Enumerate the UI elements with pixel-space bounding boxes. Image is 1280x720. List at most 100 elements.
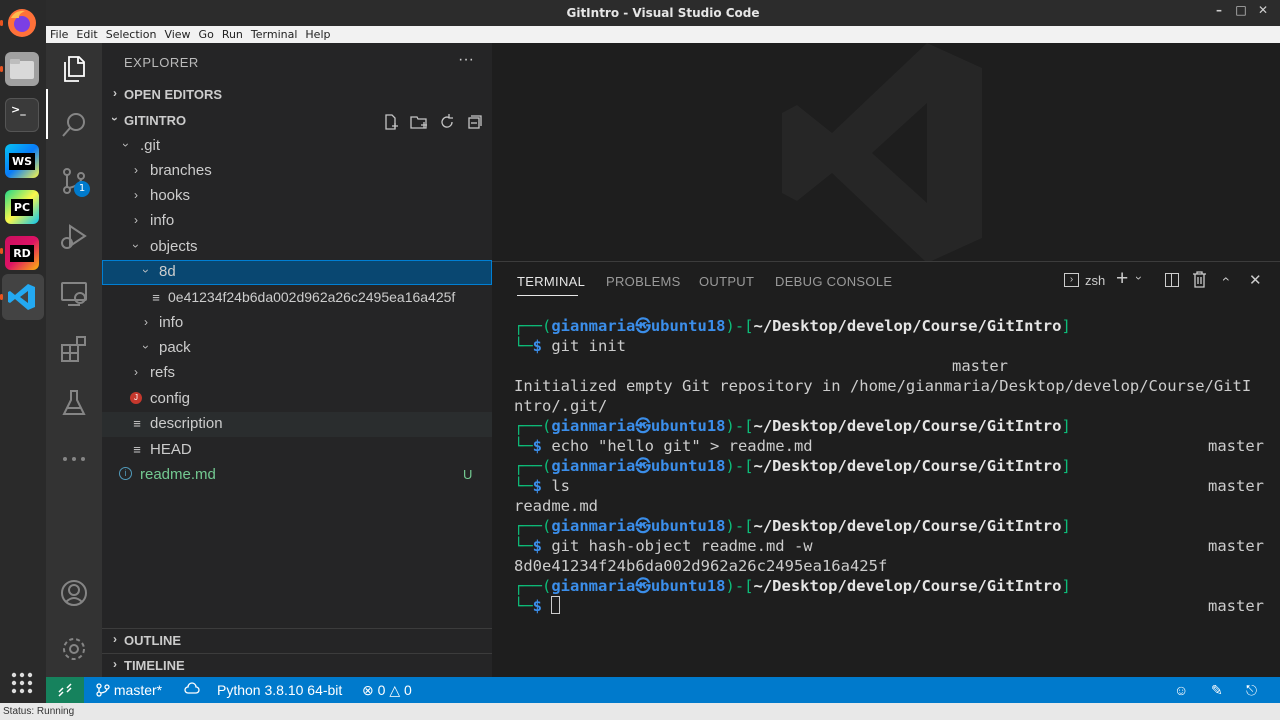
- branch-indicator: master: [1208, 477, 1264, 495]
- refresh-icon[interactable]: [438, 113, 456, 131]
- tree-row[interactable]: › hooks: [102, 184, 492, 209]
- sidebar-title: EXPLORER: [124, 55, 199, 70]
- tab-debug-console[interactable]: DEBUG CONSOLE: [775, 274, 892, 289]
- info-file-icon: i: [119, 467, 132, 480]
- dock-running-indicator: [0, 20, 3, 26]
- feedback-icon[interactable]: ✎: [1211, 682, 1223, 699]
- tree-row[interactable]: › info: [102, 209, 492, 234]
- tree-item-label: 8d: [159, 263, 176, 280]
- menu-help[interactable]: Help: [305, 28, 330, 41]
- more-actions-icon[interactable]: ···: [458, 51, 474, 69]
- section-outline[interactable]: › OUTLINE: [102, 628, 492, 652]
- notifications-bell-icon[interactable]: ⎋: [1246, 682, 1257, 699]
- chevron-right-icon: ›: [134, 213, 138, 227]
- pycharm-icon[interactable]: PC: [5, 190, 39, 224]
- tree-row[interactable]: › objects: [102, 235, 492, 260]
- manage-gear-icon[interactable]: [58, 633, 90, 665]
- remote-explorer-icon[interactable]: [58, 277, 90, 309]
- tree-row[interactable]: i readme.md U: [102, 463, 492, 488]
- rider-icon[interactable]: RD: [5, 236, 39, 270]
- vscode-icon[interactable]: [5, 280, 39, 314]
- prompt-cwd: ~/Desktop/develop/Course/GitIntro: [753, 517, 1062, 535]
- tree-row[interactable]: › .git: [102, 134, 492, 159]
- tree-row[interactable]: › info: [102, 311, 492, 336]
- tree-item-label: branches: [150, 162, 212, 179]
- split-terminal-icon[interactable]: [1165, 273, 1179, 287]
- explorer-toolbar: [382, 113, 484, 131]
- kill-terminal-icon[interactable]: [1192, 271, 1207, 293]
- vscode-watermark-icon: [782, 43, 982, 261]
- tree-row[interactable]: › refs: [102, 361, 492, 386]
- tab-problems[interactable]: PROBLEMS: [606, 274, 681, 289]
- section-timeline[interactable]: › TIMELINE: [102, 653, 492, 677]
- tree-item-label: config: [150, 390, 191, 407]
- files-icon[interactable]: [5, 52, 39, 86]
- tree-row[interactable]: ≡ description: [102, 412, 492, 437]
- tab-terminal[interactable]: TERMINAL: [517, 274, 585, 289]
- close-panel-icon[interactable]: ✕: [1249, 271, 1262, 289]
- firefox-icon[interactable]: [5, 6, 39, 40]
- problems-status[interactable]: ⊗ 0 △ 0: [362, 682, 412, 699]
- file-lines-icon: ≡: [133, 442, 141, 457]
- minimize-icon[interactable]: –: [1210, 3, 1228, 17]
- more-views-icon[interactable]: [58, 443, 90, 475]
- shell-name[interactable]: zsh: [1085, 273, 1105, 288]
- explorer-sidebar: EXPLORER ··· › OPEN EDITORS › GITINTRO ›…: [102, 43, 492, 677]
- screen: >_ WS PC RD GitIntro - Visual Studio Cod…: [0, 0, 1280, 720]
- prompt-cwd: ~/Desktop/develop/Course/GitIntro: [753, 317, 1062, 335]
- chevron-right-icon: ›: [113, 657, 117, 671]
- prompt-host: ubuntu18: [650, 317, 726, 335]
- terminal-dropdown-icon[interactable]: ›: [1132, 276, 1146, 280]
- menu-view[interactable]: View: [164, 28, 190, 41]
- accounts-icon[interactable]: [58, 577, 90, 609]
- new-folder-icon[interactable]: [410, 113, 428, 131]
- tree-row[interactable]: J config: [102, 387, 492, 412]
- tree-row[interactable]: ≡ HEAD: [102, 438, 492, 463]
- app-grid-icon[interactable]: [5, 666, 39, 700]
- sync-icon[interactable]: [184, 682, 200, 699]
- python-interpreter[interactable]: Python 3.8.10 64-bit: [217, 682, 342, 698]
- dock-running-indicator: [0, 294, 3, 300]
- explorer-icon[interactable]: [58, 53, 90, 85]
- branch-name: master*: [113, 682, 163, 698]
- menu-go[interactable]: Go: [199, 28, 214, 41]
- maximize-icon[interactable]: □: [1232, 3, 1250, 17]
- live-share-icon[interactable]: ☺: [1174, 682, 1188, 698]
- chevron-down-icon: ›: [119, 143, 133, 147]
- menu-edit[interactable]: Edit: [76, 28, 97, 41]
- branch-indicator: master: [1208, 437, 1264, 455]
- tree-row[interactable]: › pack: [102, 336, 492, 361]
- maximize-panel-icon[interactable]: ›: [1216, 277, 1232, 282]
- menu-run[interactable]: Run: [222, 28, 243, 41]
- output-line: 8d0e41234f24b6da002d962a26c2495ea16a425f: [514, 557, 888, 575]
- remote-indicator-icon[interactable]: [46, 677, 84, 703]
- close-window-icon[interactable]: ✕: [1254, 3, 1272, 17]
- tree-row[interactable]: ≡ 0e41234f24b6da002d962a26c2495ea16a425f: [102, 286, 492, 311]
- branch-status[interactable]: master*: [96, 682, 162, 698]
- collapse-all-icon[interactable]: [466, 113, 484, 131]
- tab-output[interactable]: OUTPUT: [699, 274, 754, 289]
- tree-item-label: readme.md: [140, 466, 216, 483]
- tree-item-label: info: [159, 314, 184, 331]
- extensions-icon[interactable]: [58, 333, 90, 365]
- tree-row[interactable]: › branches: [102, 159, 492, 184]
- window-titlebar: GitIntro - Visual Studio Code – □ ✕: [46, 0, 1280, 26]
- testing-icon[interactable]: [58, 387, 90, 419]
- menu-terminal[interactable]: Terminal: [251, 28, 298, 41]
- command-line: └─$ git init: [514, 337, 626, 355]
- tree-row-selected[interactable]: › 8d: [102, 260, 492, 285]
- run-debug-icon[interactable]: [58, 221, 90, 253]
- new-file-icon[interactable]: [382, 113, 400, 131]
- branch-indicator: master: [952, 357, 1008, 375]
- section-label: TIMELINE: [124, 658, 185, 673]
- webstorm-icon[interactable]: WS: [5, 144, 39, 178]
- command-line: └─$ ls master: [514, 477, 1264, 495]
- new-terminal-icon[interactable]: +: [1116, 267, 1128, 291]
- search-icon[interactable]: [58, 109, 90, 141]
- terminal-app-icon[interactable]: >_: [5, 98, 39, 132]
- prompt-cwd: ~/Desktop/develop/Course/GitIntro: [753, 457, 1062, 475]
- menu-file[interactable]: File: [50, 28, 68, 41]
- section-open-editors[interactable]: › OPEN EDITORS: [102, 83, 492, 107]
- terminal-content[interactable]: ┌──(gianmaria㉿ubuntu18)-[~/Desktop/devel…: [514, 316, 1264, 616]
- menu-selection[interactable]: Selection: [106, 28, 157, 41]
